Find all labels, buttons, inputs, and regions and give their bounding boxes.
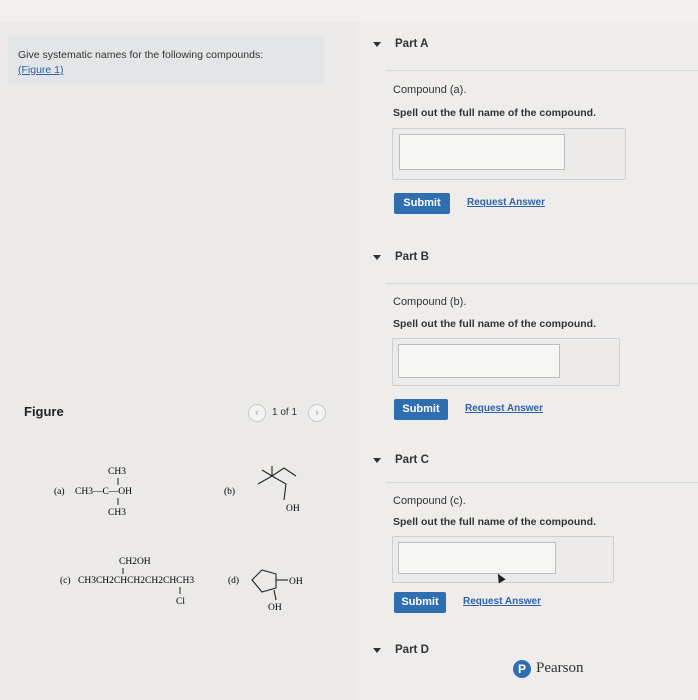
part-c-answer-input[interactable] xyxy=(398,542,556,574)
compound-b-oh: OH xyxy=(286,504,300,514)
part-b-instruction: Spell out the full name of the compound. xyxy=(393,318,596,330)
top-bar xyxy=(0,0,698,22)
part-a-collapse-icon[interactable] xyxy=(373,42,381,47)
compound-c-main: CH3CH2CHCH2CH2CHCH3 xyxy=(78,576,194,586)
compound-a-bottom: CH3 xyxy=(108,508,126,518)
part-b-divider xyxy=(386,283,698,284)
part-a-request-answer-link[interactable]: Request Answer xyxy=(467,197,545,208)
pearson-brand: Pearson xyxy=(536,660,584,676)
chevron-right-icon[interactable]: › xyxy=(308,404,326,422)
figure-structures: (a) CH3 CH3—C—OH CH3 (b) OH CH2OH (c) CH… xyxy=(54,466,303,613)
part-c-header[interactable]: Part C xyxy=(395,454,429,466)
compound-a-main: CH3—C—OH xyxy=(75,487,132,497)
part-c-divider xyxy=(386,482,698,483)
part-c-request-answer-link[interactable]: Request Answer xyxy=(463,596,541,607)
part-a-header[interactable]: Part A xyxy=(395,38,428,50)
part-a-answer-input[interactable] xyxy=(399,134,565,170)
pearson-logo-icon: P xyxy=(513,660,531,678)
figure-link[interactable]: (Figure 1) xyxy=(18,64,64,76)
part-c-collapse-icon[interactable] xyxy=(373,458,381,463)
compound-d-ring xyxy=(251,569,277,593)
part-b-compound: Compound (b). xyxy=(393,296,467,308)
compound-d-oh-right: OH xyxy=(289,577,303,587)
part-a-submit-button[interactable]: Submit xyxy=(394,193,450,214)
figure-pagination: 1 of 1 xyxy=(272,407,298,418)
compound-a-label: (a) xyxy=(54,486,65,497)
figure-label: Figure xyxy=(24,404,64,419)
part-c-submit-button[interactable]: Submit xyxy=(394,592,446,613)
compound-c-bottom: Cl xyxy=(176,597,185,607)
compound-a-top: CH3 xyxy=(108,467,126,477)
question-text: Give systematic names for the following … xyxy=(18,49,264,61)
compound-b-label: (b) xyxy=(224,486,235,497)
compound-c-label: (c) xyxy=(60,575,71,586)
part-a-compound: Compound (a). xyxy=(393,84,467,96)
part-a-divider xyxy=(386,70,698,71)
part-d-header[interactable]: Part D xyxy=(395,644,429,656)
part-b-header[interactable]: Part B xyxy=(395,251,429,263)
part-b-answer-input[interactable] xyxy=(398,344,560,378)
compound-d-label: (d) xyxy=(228,575,239,586)
part-b-submit-button[interactable]: Submit xyxy=(394,399,448,420)
part-a-instruction: Spell out the full name of the compound. xyxy=(393,107,596,119)
compound-c-top: CH2OH xyxy=(119,557,151,567)
part-b-collapse-icon[interactable] xyxy=(373,255,381,260)
compound-b-skeleton xyxy=(257,475,287,501)
compound-d-oh-bottom: OH xyxy=(268,603,282,613)
part-c-compound: Compound (c). xyxy=(393,495,466,507)
part-c-instruction: Spell out the full name of the compound. xyxy=(393,516,596,528)
part-b-request-answer-link[interactable]: Request Answer xyxy=(465,403,543,414)
part-d-collapse-icon[interactable] xyxy=(373,648,381,653)
chevron-left-icon[interactable]: ‹ xyxy=(248,404,266,422)
